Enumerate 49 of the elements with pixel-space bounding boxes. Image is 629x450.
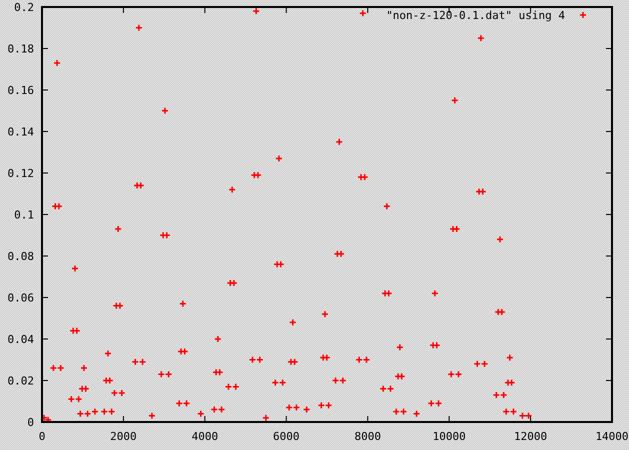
y-tick-label: 0.18: [8, 42, 34, 56]
y-tick-label: 0.08: [8, 250, 34, 263]
data-point: [114, 225, 122, 233]
y-tick-label: 0.04: [8, 333, 34, 346]
x-tick-label: 14000: [595, 430, 629, 443]
data-point: [321, 310, 329, 318]
x-tick-label: 8000: [354, 430, 381, 443]
data-point: [431, 290, 439, 298]
data-point: [396, 344, 404, 352]
y-tick-label: 0.14: [8, 126, 34, 138]
data-point: [412, 410, 420, 418]
y-tick-label: 0.02: [8, 374, 34, 388]
y-tick-label: 0: [27, 416, 34, 429]
data-point: [179, 300, 187, 308]
y-tick-label: 0.16: [8, 84, 34, 97]
data-point: [80, 364, 88, 372]
data-point: [197, 410, 205, 418]
data-point: [275, 154, 283, 162]
data-point: [359, 9, 367, 17]
data-point: [335, 138, 343, 146]
data-point: [496, 236, 504, 244]
x-tick-label: 12000: [514, 430, 548, 443]
x-tick-label: 0: [38, 430, 46, 443]
data-point: [71, 264, 79, 272]
data-point: [383, 202, 391, 210]
data-point: [477, 34, 485, 42]
x-tick-label: 6000: [273, 430, 300, 443]
data-point: [262, 414, 270, 422]
y-tick-label: 0.2: [14, 1, 34, 14]
data-point: [302, 406, 310, 414]
x-tick-label: 10000: [432, 430, 466, 443]
data-point: [252, 7, 260, 15]
legend-marker-icon: [579, 11, 587, 19]
data-point: [53, 59, 61, 67]
data-point: [161, 107, 169, 114]
y-tick-label: 0.1: [14, 208, 34, 222]
data-point: [148, 412, 156, 420]
data-point: [506, 354, 514, 362]
data-point: [289, 318, 297, 326]
data-point: [228, 186, 236, 194]
x-tick-label: 2000: [110, 430, 137, 443]
data-point: [104, 350, 112, 358]
y-tick-label: 0.06: [8, 292, 34, 304]
data-point: [135, 24, 143, 32]
legend-label: "non-z-120-0.1.dat" using 4: [386, 9, 565, 22]
y-tick-label: 0.12: [8, 167, 34, 180]
x-tick-label: 4000: [192, 430, 218, 443]
data-point: [214, 335, 222, 343]
data-point: [451, 96, 459, 104]
